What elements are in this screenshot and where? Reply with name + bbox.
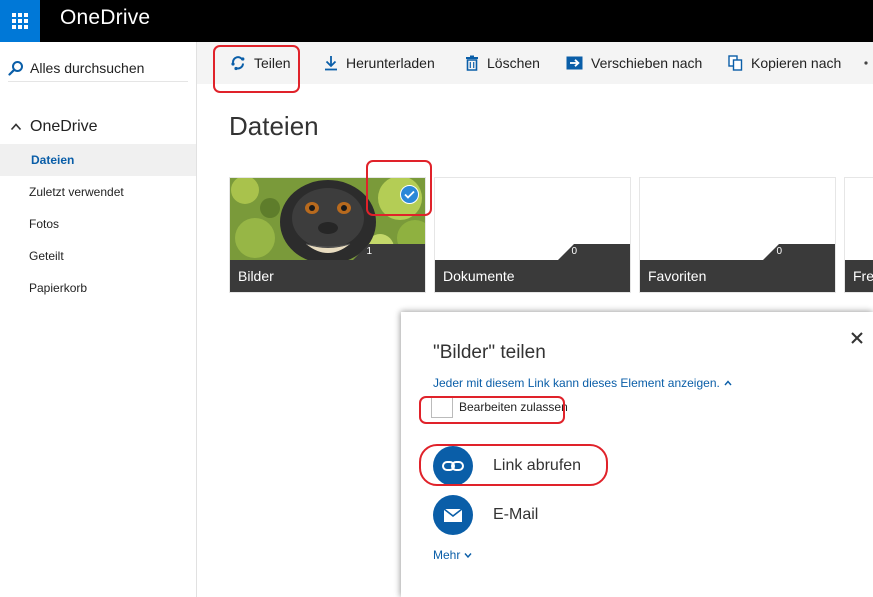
chevron-down-icon	[464, 553, 472, 558]
sidebar-item-zuletzt-verwendet[interactable]: Zuletzt verwendet	[0, 176, 196, 208]
app-launcher-button[interactable]	[0, 0, 40, 42]
sidebar-item-fotos[interactable]: Fotos	[0, 208, 196, 240]
email-button[interactable]: E-Mail	[433, 495, 538, 535]
more-label: Mehr	[433, 548, 461, 562]
folder-tile-dokumente[interactable]: 0 Dokumente	[434, 177, 631, 293]
trash-icon	[466, 55, 478, 71]
more-options-link[interactable]: Mehr	[433, 548, 472, 562]
delete-button[interactable]: Löschen	[465, 42, 540, 84]
folder-name: Fre	[845, 260, 873, 292]
search-box[interactable]: Alles durchsuchen	[8, 54, 188, 82]
sidebar-item-dateien[interactable]: Dateien	[0, 144, 196, 176]
download-button[interactable]: Herunterladen	[324, 42, 435, 84]
folder-tile-partial[interactable]: Fre	[844, 177, 873, 293]
download-button-label: Herunterladen	[346, 55, 435, 71]
folder-item-count: 0	[763, 244, 835, 260]
mail-icon	[433, 495, 473, 535]
chevron-up-icon	[724, 380, 732, 386]
sidebar-section-onedrive[interactable]: OneDrive	[10, 118, 98, 136]
sidebar: Alles durchsuchen OneDrive Dateien Zulet…	[0, 42, 197, 597]
folder-name: Bilder	[230, 260, 425, 292]
page-title: Dateien	[229, 111, 319, 141]
top-bar: OneDrive	[0, 0, 873, 42]
copy-to-button[interactable]: Kopieren nach	[728, 42, 841, 84]
chevron-up-icon	[10, 123, 22, 131]
sidebar-item-papierkorb[interactable]: Papierkorb	[0, 272, 196, 304]
annotation-highlight-share	[213, 45, 300, 93]
close-icon[interactable]	[851, 332, 863, 344]
annotation-highlight-get-link	[419, 444, 608, 486]
folder-item-count: 0	[558, 244, 630, 260]
annotation-highlight-checkmark	[366, 160, 432, 216]
search-icon	[8, 60, 23, 76]
delete-button-label: Löschen	[487, 55, 540, 71]
move-to-button[interactable]: Verschieben nach	[566, 42, 702, 84]
permission-toggle-link[interactable]: Jeder mit diesem Link kann dieses Elemen…	[433, 376, 732, 390]
download-icon	[325, 56, 337, 71]
app-title[interactable]: OneDrive	[60, 6, 150, 30]
move-to-button-label: Verschieben nach	[591, 55, 703, 71]
copy-to-button-label: Kopieren nach	[751, 55, 842, 71]
sidebar-item-geteilt[interactable]: Geteilt	[0, 240, 196, 272]
folder-tile-favoriten[interactable]: 0 Favoriten	[639, 177, 836, 293]
move-icon	[566, 56, 583, 70]
folder-name: Favoriten	[640, 260, 835, 292]
share-dialog-title: "Bilder" teilen	[433, 342, 546, 363]
waffle-icon	[12, 13, 28, 29]
annotation-highlight-allow-edit	[419, 396, 565, 424]
email-label: E-Mail	[493, 506, 539, 523]
search-label: Alles durchsuchen	[30, 59, 145, 76]
folder-name: Dokumente	[435, 260, 630, 292]
permission-text: Jeder mit diesem Link kann dieses Elemen…	[433, 376, 720, 390]
overflow-more-icon[interactable]	[857, 56, 871, 70]
sidebar-section-label: OneDrive	[30, 118, 98, 135]
copy-icon	[728, 55, 743, 71]
